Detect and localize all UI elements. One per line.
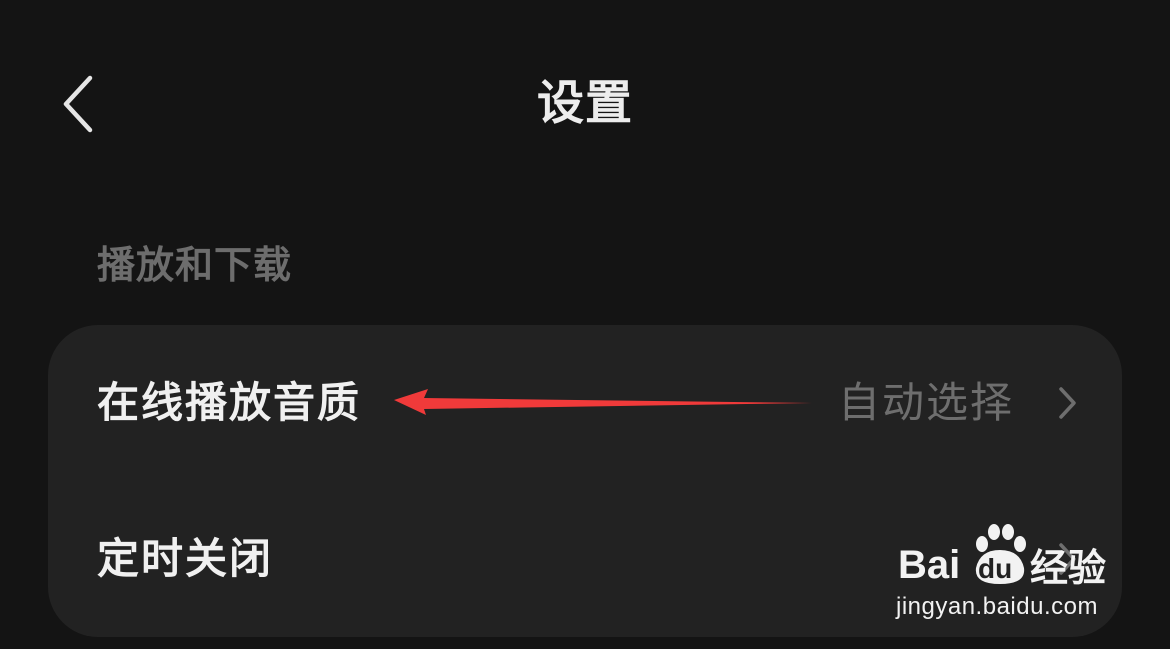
header: 设置 [0, 0, 1170, 210]
settings-row-label: 定时关闭 [97, 534, 274, 583]
settings-row-online-quality[interactable]: 在线播放音质 自动选择 [48, 325, 1122, 481]
settings-card: 在线播放音质 自动选择 定时关闭 [48, 325, 1122, 637]
page-title: 设置 [537, 76, 633, 131]
section-header: 播放和下载 [97, 243, 293, 287]
chevron-right-icon [1059, 387, 1076, 419]
settings-row-value: 自动选择 [837, 378, 1014, 427]
chevron-right-icon [1059, 543, 1076, 575]
settings-row-label: 在线播放音质 [97, 378, 362, 427]
settings-row-sleep-timer[interactable]: 定时关闭 [48, 481, 1122, 637]
